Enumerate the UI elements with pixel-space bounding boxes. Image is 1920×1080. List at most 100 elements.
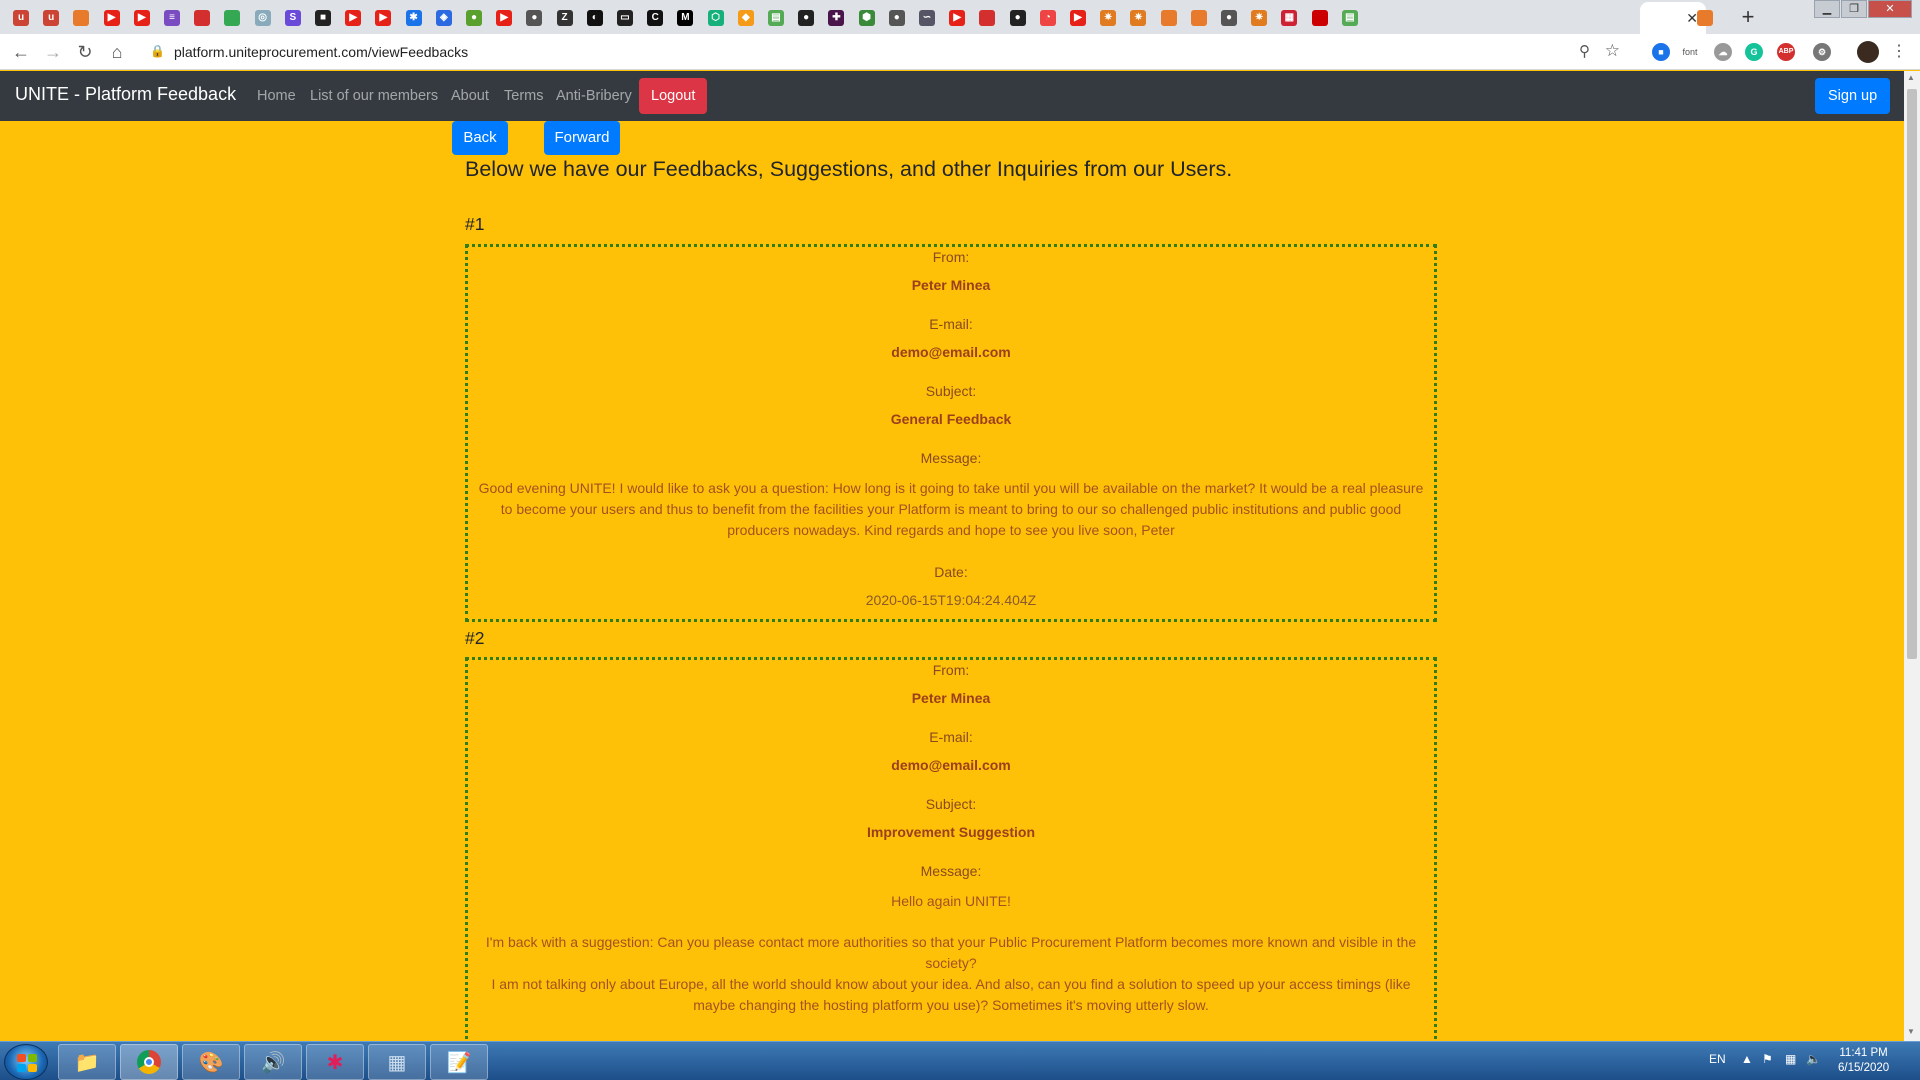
browser-tab[interactable] xyxy=(1305,4,1335,32)
browser-tab[interactable]: ▶ xyxy=(97,4,127,32)
browser-tab[interactable]: ◐ xyxy=(580,4,610,32)
browser-tab[interactable]: ◔ xyxy=(1033,4,1063,32)
browser-tab[interactable]: ▤ xyxy=(761,4,791,32)
font-extension-icon[interactable]: font xyxy=(1681,43,1699,61)
new-tab-icon[interactable]: + xyxy=(1735,6,1761,30)
zoom-icon[interactable]: ⚲ xyxy=(1579,42,1590,60)
forward-button[interactable]: Forward xyxy=(544,121,620,155)
browser-tab[interactable]: ▶ xyxy=(127,4,157,32)
browser-tab[interactable]: ● xyxy=(791,4,821,32)
browser-tab[interactable] xyxy=(217,4,247,32)
nav-link-members[interactable]: List of our members xyxy=(310,88,438,104)
system-clock[interactable]: 11:41 PM 6/15/2020 xyxy=(1838,1046,1889,1076)
browser-tab[interactable]: ✷ xyxy=(1244,4,1274,32)
browser-tab[interactable]: ■ xyxy=(308,4,338,32)
nav-link-home[interactable]: Home xyxy=(257,88,296,104)
browser-tab[interactable]: ⬢ xyxy=(852,4,882,32)
file-explorer-icon[interactable]: 📁 xyxy=(58,1044,116,1080)
browser-tab[interactable]: C xyxy=(640,4,670,32)
logout-button[interactable]: Logout xyxy=(639,78,708,114)
browser-tab[interactable] xyxy=(1690,4,1720,32)
network-icon[interactable]: ▦ xyxy=(1785,1052,1796,1066)
browser-tab[interactable]: ▭ xyxy=(610,4,640,32)
minimize-icon[interactable]: ▁ xyxy=(1814,0,1840,18)
page-scrollbar[interactable]: ▲ ▼ xyxy=(1904,71,1920,1041)
control-panel-icon[interactable]: ▦ xyxy=(368,1044,426,1080)
nav-link-about[interactable]: About xyxy=(451,88,489,104)
window-close-icon[interactable]: ✕ xyxy=(1868,0,1912,18)
paint-icon[interactable]: 🎨 xyxy=(182,1044,240,1080)
navbar-brand[interactable]: UNITE - Platform Feedback xyxy=(15,84,236,105)
browser-tab[interactable]: S xyxy=(278,4,308,32)
browser-tab[interactable]: ◈ xyxy=(429,4,459,32)
browser-tab[interactable] xyxy=(1154,4,1184,32)
stackoverflow-icon xyxy=(73,10,90,26)
adblock-icon[interactable]: ABP xyxy=(1777,43,1795,61)
browser-tab[interactable] xyxy=(66,4,96,32)
reload-icon[interactable]: ↻ xyxy=(72,40,98,64)
browser-tab[interactable]: ● xyxy=(1003,4,1033,32)
nav-link-terms[interactable]: Terms xyxy=(504,88,543,104)
browser-tab[interactable]: ∽ xyxy=(912,4,942,32)
browser-tab[interactable]: ✚ xyxy=(821,4,851,32)
language-indicator[interactable]: EN xyxy=(1709,1052,1726,1066)
cloud-extension-icon[interactable]: ☁ xyxy=(1714,43,1732,61)
slack-icon[interactable]: ✱ xyxy=(306,1044,364,1080)
address-url[interactable]: platform.uniteprocurement.com/viewFeedba… xyxy=(174,44,468,60)
start-button[interactable] xyxy=(4,1044,48,1080)
browser-tab[interactable]: ▶ xyxy=(338,4,368,32)
youtube-icon: ▶ xyxy=(103,10,120,26)
browser-tab[interactable]: ▶ xyxy=(368,4,398,32)
browser-tab[interactable] xyxy=(187,4,217,32)
browser-tab[interactable]: M xyxy=(670,4,700,32)
home-icon[interactable]: ⌂ xyxy=(104,40,130,64)
chrome-icon[interactable] xyxy=(120,1044,178,1080)
scrollbar-thumb[interactable] xyxy=(1907,89,1917,659)
browser-tab[interactable]: ✷ xyxy=(1123,4,1153,32)
scroll-up-icon[interactable]: ▲ xyxy=(1907,73,1915,82)
browser-tab[interactable]: ≡ xyxy=(157,4,187,32)
scroll-down-icon[interactable]: ▼ xyxy=(1907,1027,1915,1036)
browser-tab[interactable] xyxy=(972,4,1002,32)
browser-tab[interactable]: ◆ xyxy=(731,4,761,32)
browser-tab[interactable]: ◎ xyxy=(248,4,278,32)
browser-tab[interactable]: ▶ xyxy=(489,4,519,32)
forward-arrow-icon[interactable]: → xyxy=(40,40,66,64)
browser-tab[interactable]: ▦ xyxy=(1274,4,1304,32)
nav-link-anti-bribery[interactable]: Anti-Bribery xyxy=(556,88,632,104)
browser-tab[interactable]: ● xyxy=(459,4,489,32)
browser-tab[interactable] xyxy=(1184,4,1214,32)
browser-tab[interactable]: ● xyxy=(1214,4,1244,32)
browser-tab[interactable]: ⬡ xyxy=(701,4,731,32)
browser-tab[interactable]: u xyxy=(6,4,36,32)
profile-avatar[interactable] xyxy=(1857,41,1879,63)
browser-tab[interactable]: ▶ xyxy=(942,4,972,32)
browser-tab[interactable]: ✷ xyxy=(1093,4,1123,32)
browser-tab[interactable]: Z xyxy=(550,4,580,32)
back-arrow-icon[interactable]: ← xyxy=(8,40,34,64)
bookmark-star-icon[interactable]: ☆ xyxy=(1605,41,1620,61)
volume-icon[interactable]: 🔈 xyxy=(1806,1052,1821,1066)
feedback-card: From: Peter Minea E-mail: demo@email.com… xyxy=(465,244,1437,622)
volume-app-icon[interactable]: 🔊 xyxy=(244,1044,302,1080)
browser-tab[interactable]: u xyxy=(36,4,66,32)
tray-expand-icon[interactable]: ▲ xyxy=(1741,1052,1753,1066)
browser-tab[interactable]: ● xyxy=(882,4,912,32)
from-value: Peter Minea xyxy=(911,690,991,706)
browser-tab[interactable]: ▶ xyxy=(1063,4,1093,32)
grammarly-icon[interactable]: G xyxy=(1745,43,1763,61)
notepad-icon[interactable]: 📝 xyxy=(430,1044,488,1080)
back-button[interactable]: Back xyxy=(452,121,508,155)
browser-tab[interactable]: ▤ xyxy=(1335,4,1365,32)
acrobat-icon: u xyxy=(43,10,60,26)
browser-tab[interactable]: ✱ xyxy=(399,4,429,32)
menu-kebab-icon[interactable]: ⋮ xyxy=(1886,40,1912,64)
signup-button[interactable]: Sign up xyxy=(1815,78,1891,114)
maximize-icon[interactable]: ❐ xyxy=(1841,0,1867,18)
browser-tab[interactable]: ● xyxy=(519,4,549,32)
extension-icon[interactable]: ■ xyxy=(1652,43,1670,61)
action-center-flag-icon[interactable]: ⚑ xyxy=(1762,1052,1773,1066)
extension-puzzle-icon[interactable]: ⚙ xyxy=(1813,43,1831,61)
address-bar[interactable]: 🔒 platform.uniteprocurement.com/viewFeed… xyxy=(140,38,1636,66)
subject-value: General Feedback xyxy=(890,411,1012,427)
